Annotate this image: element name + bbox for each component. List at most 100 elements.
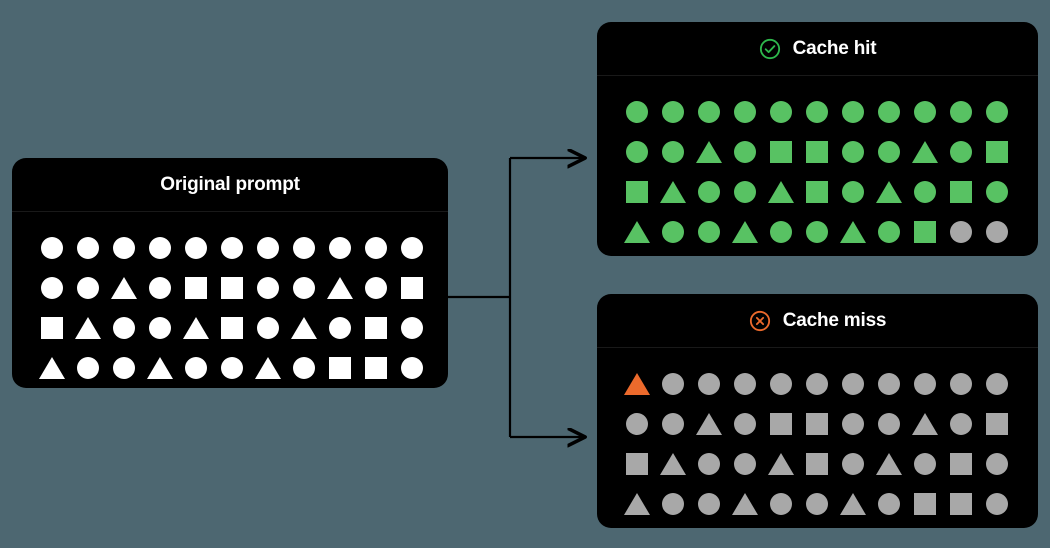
shape-cell-circle — [178, 228, 214, 268]
shape-cell-circle — [286, 228, 322, 268]
circle-glyph — [878, 141, 900, 163]
shape-cell-square — [178, 268, 214, 308]
shape-grid-cache-miss — [597, 348, 1038, 528]
shape-cell-circle — [727, 444, 763, 484]
shape-cell-circle — [691, 212, 727, 252]
shape-cell-circle — [763, 484, 799, 524]
circle-glyph — [770, 373, 792, 395]
circle-glyph — [878, 413, 900, 435]
circle-glyph — [842, 373, 864, 395]
triangle-glyph — [660, 453, 686, 475]
shape-cell-circle — [214, 348, 250, 388]
shape-cell-circle — [979, 212, 1015, 252]
shape-cell-triangle — [835, 212, 871, 252]
circle-glyph — [113, 317, 135, 339]
shape-cell-triangle — [871, 172, 907, 212]
panel-cache-hit: Cache hit — [597, 22, 1038, 256]
shape-cell-circle — [727, 404, 763, 444]
triangle-glyph — [840, 493, 866, 515]
shape-cell-circle — [763, 212, 799, 252]
shape-cell-circle — [835, 92, 871, 132]
shape-cell-circle — [871, 484, 907, 524]
shape-row — [619, 404, 1016, 444]
shape-cell-circle — [70, 268, 106, 308]
shape-cell-square — [943, 444, 979, 484]
circle-glyph — [257, 317, 279, 339]
triangle-glyph — [255, 357, 281, 379]
shape-cell-circle — [979, 484, 1015, 524]
circle-glyph — [770, 101, 792, 123]
triangle-glyph — [111, 277, 137, 299]
shape-cell-circle — [34, 228, 70, 268]
shape-cell-square — [943, 172, 979, 212]
circle-glyph — [221, 357, 243, 379]
square-glyph — [806, 453, 828, 475]
shape-row — [34, 268, 426, 308]
circle-glyph — [806, 221, 828, 243]
circle-glyph — [734, 181, 756, 203]
shape-cell-circle — [358, 228, 394, 268]
panel-header-cache-hit: Cache hit — [597, 22, 1038, 76]
shape-cell-circle — [655, 364, 691, 404]
shape-cell-triangle — [763, 444, 799, 484]
shape-cell-circle — [358, 268, 394, 308]
circle-glyph — [113, 237, 135, 259]
circle-glyph — [950, 413, 972, 435]
shape-cell-square — [763, 132, 799, 172]
circle-glyph — [293, 237, 315, 259]
shape-cell-circle — [799, 212, 835, 252]
circle-glyph — [113, 357, 135, 379]
circle-glyph — [734, 453, 756, 475]
shape-cell-triangle — [178, 308, 214, 348]
circle-glyph — [914, 101, 936, 123]
shape-row — [619, 212, 1016, 252]
shape-cell-circle — [691, 364, 727, 404]
circle-glyph — [950, 221, 972, 243]
shape-cell-circle — [322, 308, 358, 348]
circle-glyph — [401, 357, 423, 379]
shape-row — [619, 444, 1016, 484]
circle-glyph — [842, 453, 864, 475]
circle-glyph — [950, 141, 972, 163]
shape-cell-circle — [835, 444, 871, 484]
circle-glyph — [986, 493, 1008, 515]
panel-title-cache-miss: Cache miss — [782, 310, 887, 331]
shape-cell-circle — [943, 92, 979, 132]
shape-cell-triangle — [835, 484, 871, 524]
circle-glyph — [77, 237, 99, 259]
shape-cell-circle — [835, 364, 871, 404]
square-glyph — [770, 413, 792, 435]
square-glyph — [221, 317, 243, 339]
shape-cell-circle — [250, 228, 286, 268]
square-glyph — [401, 277, 423, 299]
circle-glyph — [950, 373, 972, 395]
panel-title-original: Original prompt — [160, 174, 300, 195]
shape-cell-circle — [142, 228, 178, 268]
square-glyph — [950, 181, 972, 203]
circle-glyph — [842, 181, 864, 203]
shape-row — [34, 308, 426, 348]
circle-glyph — [914, 373, 936, 395]
shape-row — [619, 364, 1016, 404]
circle-glyph — [662, 493, 684, 515]
shape-cell-circle — [943, 404, 979, 444]
shape-cell-triangle — [619, 364, 655, 404]
square-glyph — [986, 413, 1008, 435]
square-glyph — [806, 141, 828, 163]
shape-cell-triangle — [907, 132, 943, 172]
shape-cell-triangle — [727, 484, 763, 524]
shape-cell-circle — [871, 404, 907, 444]
shape-cell-circle — [286, 268, 322, 308]
shape-cell-circle — [907, 172, 943, 212]
circle-glyph — [662, 413, 684, 435]
circle-glyph — [806, 101, 828, 123]
circle-glyph — [986, 101, 1008, 123]
circle-glyph — [257, 277, 279, 299]
triangle-glyph — [840, 221, 866, 243]
circle-glyph — [329, 317, 351, 339]
triangle-glyph — [327, 277, 353, 299]
circle-glyph — [734, 101, 756, 123]
shape-cell-circle — [907, 92, 943, 132]
triangle-glyph — [624, 493, 650, 515]
triangle-glyph — [876, 181, 902, 203]
